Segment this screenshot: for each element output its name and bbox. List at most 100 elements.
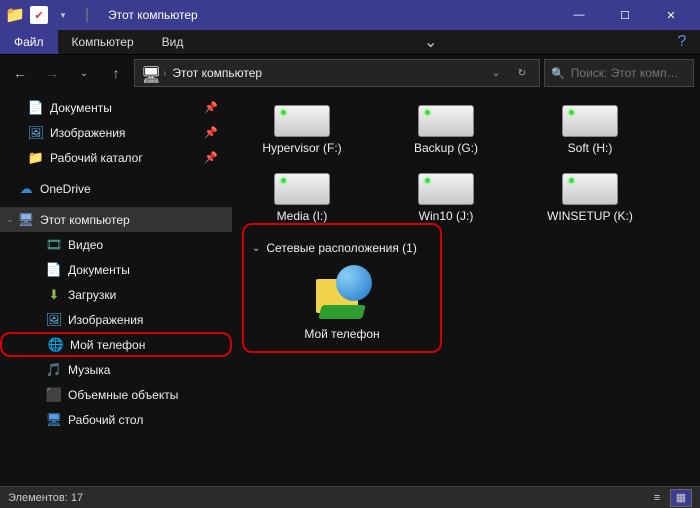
tab-file[interactable]: Файл — [0, 30, 58, 54]
recent-locations-icon[interactable]: ⌄ — [70, 59, 98, 87]
refresh-button[interactable]: ↻ — [511, 68, 533, 79]
drive-icon — [274, 165, 330, 205]
navigation-bar: ← → ⌄ ↑ 🖥 › Этот компьютер ⌄ ↻ 🔍 — [0, 55, 700, 91]
main-area: 📄 Документы 📌 🖼 Изображения 📌 📁 Рабочий … — [0, 91, 700, 486]
details-view-button[interactable]: ≡ — [646, 489, 668, 507]
pin-icon: 📌 — [204, 126, 218, 139]
drive-item[interactable]: Backup (G:) — [386, 97, 506, 155]
network-location-label: Мой телефон — [304, 327, 379, 341]
music-icon: 🎵 — [46, 362, 62, 378]
folder-icon: 📁 — [6, 6, 24, 24]
sidebar-item-music[interactable]: 🎵 Музыка — [0, 357, 232, 382]
drive-label: Win10 (J:) — [419, 209, 474, 223]
sidebar-item-workdir[interactable]: 📁 Рабочий каталог 📌 — [0, 145, 232, 170]
maximize-button[interactable]: ☐ — [602, 0, 648, 30]
icons-view-button[interactable]: ▦ — [670, 489, 692, 507]
sidebar-item-documents-pc[interactable]: 📄 Документы — [0, 257, 232, 282]
drive-item[interactable]: Hypervisor (F:) — [242, 97, 362, 155]
download-icon: ⬇ — [46, 287, 62, 303]
divider: | — [78, 6, 96, 24]
sidebar-item-label: Документы — [68, 263, 130, 277]
network-location-icon: 🌐 — [48, 337, 64, 353]
status-bar: Элементов: 17 ≡ ▦ — [0, 486, 700, 508]
drive-item[interactable]: WINSETUP (K:) — [530, 165, 650, 223]
address-dropdown-icon[interactable]: ⌄ — [485, 68, 507, 79]
drive-icon — [274, 97, 330, 137]
drive-label: WINSETUP (K:) — [547, 209, 633, 223]
drive-item[interactable]: Media (I:) — [242, 165, 362, 223]
sidebar-item-label: Объемные объекты — [68, 388, 178, 402]
sidebar-item-onedrive[interactable]: ☁ OneDrive — [0, 176, 232, 201]
content-pane: Hypervisor (F:) Backup (G:) Soft (H:) Me… — [232, 91, 700, 486]
back-button[interactable]: ← — [6, 59, 34, 87]
view-switcher: ≡ ▦ — [646, 489, 692, 507]
close-button[interactable]: ✕ — [648, 0, 694, 30]
drive-item[interactable]: Soft (H:) — [530, 97, 650, 155]
drive-icon — [562, 165, 618, 205]
ribbon-tabs: Файл Компьютер Вид ⌄ ? — [0, 30, 700, 55]
checkbox-icon[interactable]: ✔ — [30, 6, 48, 24]
document-icon: 📄 — [46, 262, 62, 278]
drive-icon — [418, 165, 474, 205]
sidebar-item-videos[interactable]: 🎞 Видео — [0, 232, 232, 257]
tab-view[interactable]: Вид — [148, 30, 198, 54]
window-controls: — ☐ ✕ — [556, 0, 694, 30]
sidebar-item-pictures[interactable]: 🖼 Изображения 📌 — [0, 120, 232, 145]
drive-item[interactable]: Win10 (J:) — [386, 165, 506, 223]
section-label: Сетевые расположения (1) — [266, 241, 416, 255]
minimize-button[interactable]: — — [556, 0, 602, 30]
sidebar-item-label: Загрузки — [68, 288, 116, 302]
sidebar-item-3dobjects[interactable]: ⬛ Объемные объекты — [0, 382, 232, 407]
network-locations-highlight: ⌄ Сетевые расположения (1) Мой телефон — [242, 223, 442, 353]
drive-icon — [562, 97, 618, 137]
breadcrumb[interactable]: Этот компьютер — [172, 66, 262, 80]
drive-label: Soft (H:) — [568, 141, 613, 155]
sidebar-item-label: OneDrive — [40, 182, 91, 196]
sidebar-item-label: Документы — [50, 101, 112, 115]
sidebar-item-label: Музыка — [68, 363, 110, 377]
status-count: 17 — [71, 492, 83, 504]
search-input[interactable] — [571, 66, 687, 80]
sidebar-item-label: Рабочий стол — [68, 413, 143, 427]
pictures-icon: 🖼 — [28, 125, 44, 141]
sidebar-item-label: Этот компьютер — [40, 213, 130, 227]
sidebar-item-label: Видео — [68, 238, 103, 252]
search-icon: 🔍 — [551, 67, 565, 80]
sidebar-item-label: Изображения — [50, 126, 125, 140]
drive-icon — [418, 97, 474, 137]
drive-label: Backup (G:) — [414, 141, 478, 155]
video-icon: 🎞 — [46, 237, 62, 253]
qat-dropdown-icon[interactable]: ▾ — [54, 6, 72, 24]
up-button[interactable]: ↑ — [102, 59, 130, 87]
document-icon: 📄 — [28, 100, 44, 116]
navigation-pane: 📄 Документы 📌 🖼 Изображения 📌 📁 Рабочий … — [0, 91, 232, 486]
chevron-down-icon: ⌄ — [252, 243, 260, 254]
address-bar[interactable]: 🖥 › Этот компьютер ⌄ ↻ — [134, 59, 540, 87]
sidebar-item-documents[interactable]: 📄 Документы 📌 — [0, 95, 232, 120]
sidebar-item-thispc[interactable]: ⌄ 🖥 Этот компьютер — [0, 207, 232, 232]
network-location-icon — [310, 265, 374, 321]
search-box[interactable]: 🔍 — [544, 59, 694, 87]
forward-button[interactable]: → — [38, 59, 66, 87]
ribbon-collapse-icon[interactable]: ⌄ — [413, 30, 449, 54]
expand-icon[interactable]: ⌄ — [6, 214, 14, 225]
3d-objects-icon: ⬛ — [46, 387, 62, 403]
help-icon[interactable]: ? — [664, 30, 700, 54]
window-title: Этот компьютер — [108, 8, 198, 22]
sidebar-item-pictures-pc[interactable]: 🖼 Изображения — [0, 307, 232, 332]
folder-icon: 📁 — [28, 150, 44, 166]
sidebar-item-desktop[interactable]: 🖥 Рабочий стол — [0, 407, 232, 432]
sidebar-item-downloads[interactable]: ⬇ Загрузки — [0, 282, 232, 307]
titlebar: 📁 ✔ ▾ | Этот компьютер — ☐ ✕ — [0, 0, 700, 30]
drive-label: Media (I:) — [277, 209, 328, 223]
sidebar-item-label: Рабочий каталог — [50, 151, 143, 165]
sidebar-item-label: Мой телефон — [70, 338, 145, 352]
network-location-item[interactable]: Мой телефон — [252, 261, 432, 341]
section-header-network[interactable]: ⌄ Сетевые расположения (1) — [252, 241, 432, 255]
sidebar-item-myphone[interactable]: 🌐 Мой телефон — [0, 332, 232, 357]
pin-icon: 📌 — [204, 151, 218, 164]
pictures-icon: 🖼 — [46, 312, 62, 328]
pc-icon: 🖥 — [18, 212, 34, 228]
tab-computer[interactable]: Компьютер — [58, 30, 148, 54]
quick-access-toolbar: 📁 ✔ ▾ | — [6, 6, 96, 24]
